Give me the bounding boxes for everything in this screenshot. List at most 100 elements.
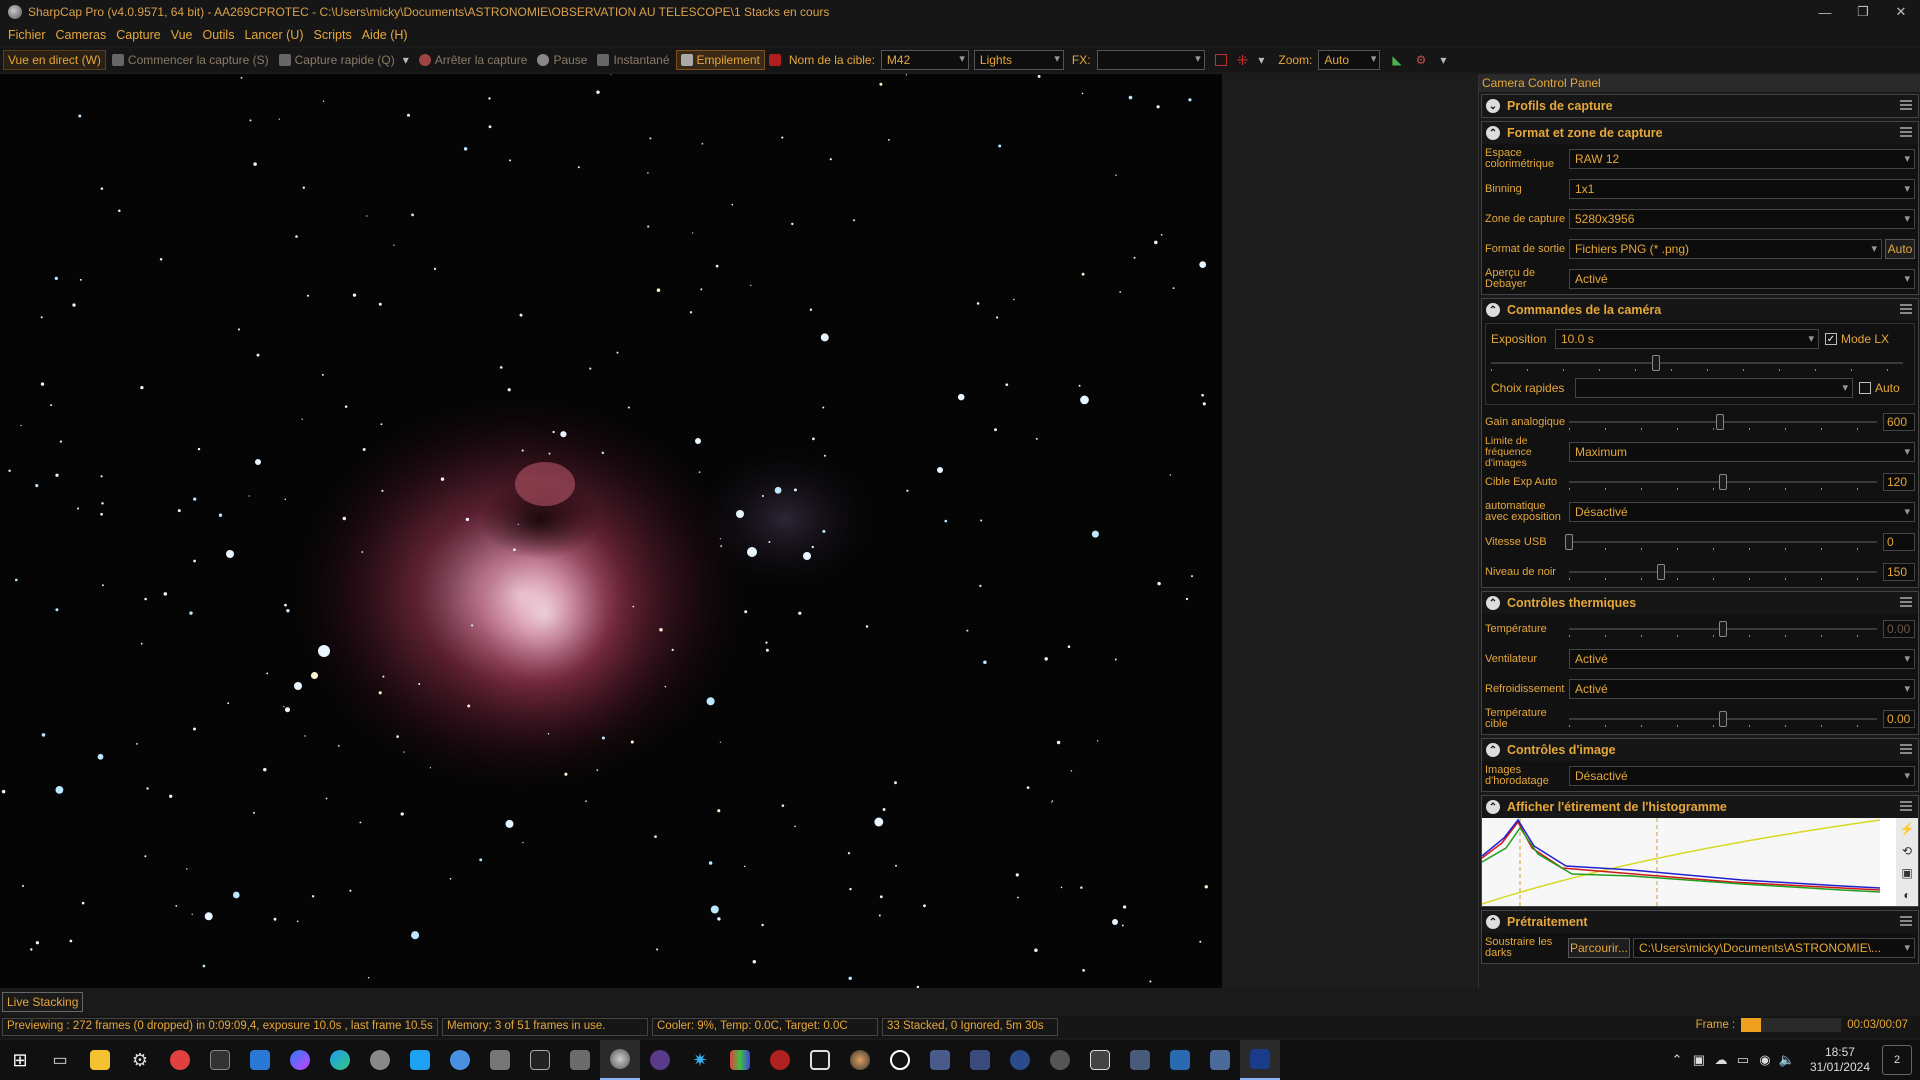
stop-capture-button[interactable]: Arrêter la capture	[415, 50, 532, 70]
exposure-slider[interactable]	[1491, 353, 1903, 373]
chevron-up-icon[interactable]: ⌃	[1486, 303, 1500, 317]
fan-select[interactable]: Activé	[1569, 649, 1915, 669]
hamburger-menu-icon[interactable]	[1900, 597, 1912, 607]
usb-speed-slider[interactable]	[1565, 532, 1877, 552]
chevron-up-icon[interactable]: ⌃	[1486, 596, 1500, 610]
hamburger-menu-icon[interactable]	[1900, 127, 1912, 137]
close-button[interactable]: ✕	[1882, 0, 1920, 24]
target-temp-slider[interactable]	[1569, 709, 1877, 729]
taskbar-app-sharpcap[interactable]	[600, 1040, 640, 1080]
colorspace-select[interactable]: RAW 12	[1569, 149, 1915, 169]
minimize-button[interactable]: —	[1806, 0, 1844, 24]
darks-path-select[interactable]: C:\Users\micky\Documents\ASTRONOMIE\...	[1633, 938, 1915, 958]
stacking-button[interactable]: Empilement	[675, 50, 765, 70]
chevron-up-icon[interactable]: ⌃	[1486, 915, 1500, 929]
crosshair-icon[interactable]: ⁜	[1237, 52, 1249, 69]
quick-choices-select[interactable]	[1575, 378, 1853, 398]
pause-button[interactable]: Pause	[533, 50, 591, 70]
chevron-down-icon[interactable]: ▾	[1258, 53, 1264, 67]
taskbar-app[interactable]	[760, 1040, 800, 1080]
taskbar-app[interactable]	[1120, 1040, 1160, 1080]
menu-vue[interactable]: Vue	[171, 28, 193, 42]
fx-select[interactable]	[1096, 50, 1205, 70]
auto-exposure-select[interactable]: Désactivé	[1569, 502, 1915, 522]
menu-fichier[interactable]: Fichier	[8, 28, 46, 42]
chevron-down-icon[interactable]: ⌄	[1486, 99, 1500, 113]
target-exp-slider[interactable]	[1569, 472, 1877, 492]
taskbar-app[interactable]	[480, 1040, 520, 1080]
section-header-preprocess[interactable]: ⌃ Prétraitement	[1482, 911, 1918, 933]
quick-capture-button[interactable]: Capture rapide (Q) ▾	[275, 50, 413, 70]
menu-cameras[interactable]: Cameras	[56, 28, 107, 42]
capture-zone-select[interactable]: 5280x3956	[1569, 209, 1915, 229]
slider-thumb[interactable]	[1715, 414, 1724, 430]
slider-thumb[interactable]	[1565, 534, 1573, 550]
menu-lancer[interactable]: Lancer (U)	[244, 28, 303, 42]
taskbar-app[interactable]	[160, 1040, 200, 1080]
volume-icon[interactable]: 🔈	[1776, 1052, 1798, 1068]
notification-button[interactable]: 2	[1882, 1045, 1912, 1075]
live-stacking-tab[interactable]: Live Stacking	[2, 992, 84, 1012]
chevron-up-icon[interactable]: ⌃	[1666, 1052, 1688, 1068]
hamburger-menu-icon[interactable]	[1900, 801, 1912, 811]
taskbar-app[interactable]: ✷	[680, 1040, 720, 1080]
browse-button[interactable]: Parcourir...	[1568, 938, 1630, 958]
black-level-value[interactable]: 150	[1883, 563, 1915, 581]
hamburger-menu-icon[interactable]	[1900, 744, 1912, 754]
selection-rect-icon[interactable]	[1214, 54, 1227, 66]
taskbar-app[interactable]	[200, 1040, 240, 1080]
taskbar-app[interactable]	[560, 1040, 600, 1080]
binning-select[interactable]: 1x1	[1569, 179, 1915, 199]
taskbar-app[interactable]: ⚙	[120, 1040, 160, 1080]
histogram-icon[interactable]: ◣	[1392, 53, 1401, 67]
chevron-up-icon[interactable]: ⌃	[1486, 800, 1500, 814]
black-level-slider[interactable]	[1569, 562, 1877, 582]
menu-capture[interactable]: Capture	[116, 28, 160, 42]
taskbar-app[interactable]	[1240, 1040, 1280, 1080]
slider-thumb[interactable]	[1657, 564, 1666, 580]
taskbar-app[interactable]	[240, 1040, 280, 1080]
hamburger-menu-icon[interactable]	[1900, 916, 1912, 926]
slider-thumb[interactable]	[1719, 474, 1727, 490]
target-temp-value[interactable]: 0.00	[1883, 710, 1915, 728]
slider-thumb[interactable]	[1719, 711, 1727, 727]
reset-icon[interactable]: ⟲	[1902, 844, 1912, 858]
taskbar-app[interactable]	[720, 1040, 760, 1080]
battery-icon[interactable]: ▭	[1732, 1052, 1754, 1068]
taskbar-app[interactable]	[880, 1040, 920, 1080]
fps-limit-select[interactable]: Maximum	[1569, 442, 1915, 462]
debayer-select[interactable]: Activé	[1569, 269, 1915, 289]
taskbar-app[interactable]	[960, 1040, 1000, 1080]
live-view-button[interactable]: Vue en direct (W)	[3, 50, 106, 70]
taskbar-app[interactable]	[320, 1040, 360, 1080]
section-header-camera[interactable]: ⌃ Commandes de la caméra	[1482, 299, 1918, 321]
menu-scripts[interactable]: Scripts	[314, 28, 352, 42]
menu-aide[interactable]: Aide (H)	[362, 28, 408, 42]
taskbar-app[interactable]	[80, 1040, 120, 1080]
taskbar-app[interactable]	[440, 1040, 480, 1080]
output-format-select[interactable]: Fichiers PNG (* .png)	[1569, 239, 1882, 259]
cooling-select[interactable]: Activé	[1569, 679, 1915, 699]
section-header-histogram[interactable]: ⌃ Afficher l'étirement de l'histogramme	[1482, 796, 1918, 818]
save-icon[interactable]: ▣	[1901, 866, 1912, 880]
taskbar-app[interactable]	[1200, 1040, 1240, 1080]
target-exp-value[interactable]: 120	[1883, 473, 1915, 491]
taskbar-app[interactable]	[640, 1040, 680, 1080]
start-capture-button[interactable]: Commencer la capture (S)	[108, 50, 273, 70]
restore-button[interactable]: ❐	[1844, 0, 1882, 24]
lx-mode-checkbox[interactable]: ✓	[1825, 333, 1837, 345]
settings-gear-icon[interactable]: ⚙	[1416, 53, 1427, 67]
histogram-chart[interactable]: ⚡ ⟲ ▣ ◐	[1482, 818, 1918, 906]
auto-stretch-icon[interactable]: ⚡	[1900, 822, 1915, 836]
taskbar-app[interactable]	[840, 1040, 880, 1080]
usb-speed-value[interactable]: 0	[1883, 533, 1915, 551]
gain-value[interactable]: 600	[1883, 413, 1915, 431]
cloud-icon[interactable]: ☁	[1710, 1052, 1732, 1068]
taskbar-app[interactable]	[1040, 1040, 1080, 1080]
target-name-input[interactable]: M42	[880, 50, 969, 70]
section-header-format[interactable]: ⌃ Format et zone de capture	[1482, 122, 1918, 144]
frame-type-select[interactable]: Lights	[973, 50, 1064, 70]
exposure-input[interactable]: 10.0 s	[1555, 329, 1819, 349]
clock[interactable]: 18:57 31/01/2024	[1810, 1045, 1870, 1075]
snapshot-button[interactable]: Instantané	[593, 50, 673, 70]
